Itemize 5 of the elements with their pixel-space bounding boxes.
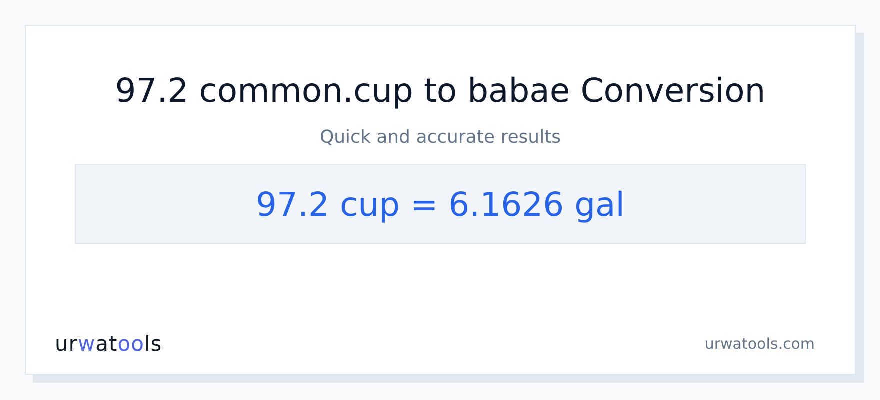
site-url: urwatools.com [704,335,815,353]
subtitle: Quick and accurate results [320,126,562,150]
result-panel: 97.2 cup = 6.1626 gal [75,164,806,244]
logo: urwatools [55,332,162,356]
page-title: 97.2 common.cup to babae Conversion [115,70,766,112]
